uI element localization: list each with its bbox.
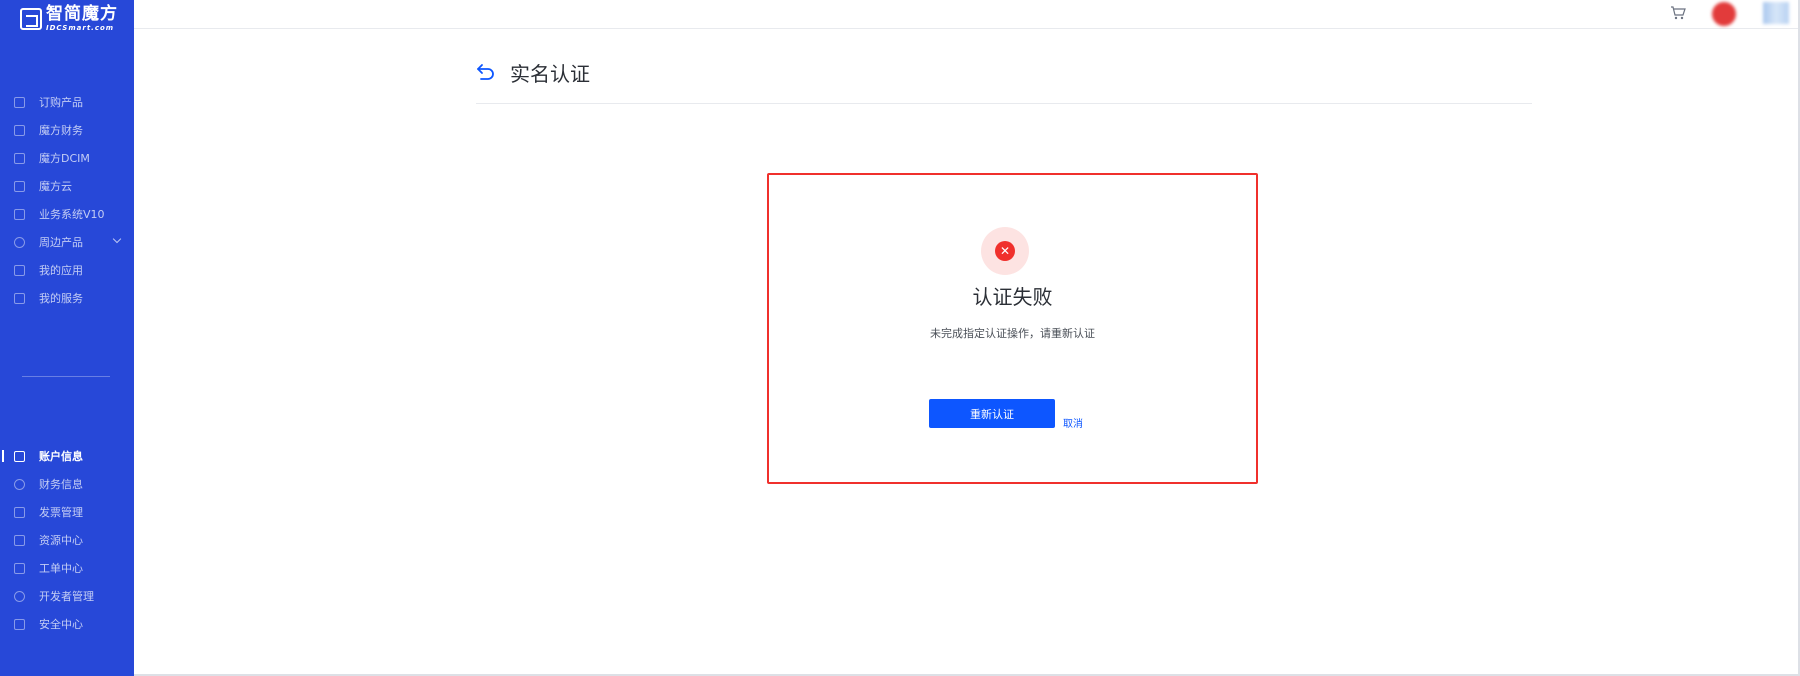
sidebar-item-label: 我的服务 [39,292,83,305]
cube-logo-icon [14,180,25,192]
sidebar-item-label: 工单中心 [39,562,83,575]
sidebar-item-label: 发票管理 [39,506,83,519]
logo-name: 智简魔方 [46,4,118,24]
cart-icon [14,96,25,108]
error-icon-container: ✕ [981,227,1029,275]
sidebar-item-label: 财务信息 [39,478,83,491]
sidebar-item-label: 开发者管理 [39,590,94,603]
back-arrow-icon[interactable] [476,62,496,82]
sidebar-item-label: 周边产品 [39,236,83,249]
shopping-cart-icon[interactable] [1670,6,1686,20]
box-icon [14,236,25,248]
cube-logo-icon [14,208,25,220]
result-description: 未完成指定认证操作，请重新认证 [930,327,1095,340]
sidebar-item-label: 魔方DCIM [39,152,90,165]
user-menu-icon[interactable] [1763,2,1789,24]
apps-grid-icon [14,292,25,304]
sidebar-item-cloud[interactable]: 魔方云 [0,172,134,200]
sidebar-item-label: 安全中心 [39,618,83,631]
sidebar-item-label: 魔方云 [39,180,72,193]
sidebar-item-finance-info[interactable]: 财务信息 [0,470,134,498]
lock-icon [14,618,25,630]
logo[interactable]: 智简魔方 IDCSmart.com [20,6,118,32]
retry-verification-button[interactable]: 重新认证 [929,399,1055,428]
apps-grid-icon [14,264,25,276]
page-header: 实名认证 [476,58,1532,104]
sidebar-item-finance[interactable]: 魔方财务 [0,116,134,144]
sidebar: 智简魔方 IDCSmart.com 订购产品 魔方财务 魔方DCIM 魔方云 业… [0,0,134,676]
active-indicator [2,450,4,462]
cube-logo-icon [14,152,25,164]
sidebar-item-label: 魔方财务 [39,124,83,137]
sidebar-nav-top: 订购产品 魔方财务 魔方DCIM 魔方云 业务系统V10 周边产品 我的应用 我… [0,88,134,312]
invoice-icon [14,506,25,518]
logo-domain: IDCSmart.com [46,24,115,32]
sidebar-nav-bottom: 账户信息 财务信息 发票管理 资源中心 工单中心 开发者管理 安全中心 [0,442,134,638]
sidebar-item-resources[interactable]: 资源中心 [0,526,134,554]
ticket-icon [14,562,25,574]
user-card-icon [14,450,25,462]
sidebar-item-label: 账户信息 [39,450,83,463]
sidebar-item-label: 我的应用 [39,264,83,277]
avatar[interactable] [1712,2,1736,26]
sidebar-item-my-apps[interactable]: 我的应用 [0,256,134,284]
sidebar-item-my-services[interactable]: 我的服务 [0,284,134,312]
verification-result-card: ✕ 认证失败 未完成指定认证操作，请重新认证 重新认证 取消 [767,173,1258,484]
error-icon: ✕ [995,241,1015,261]
folder-icon [14,534,25,546]
sidebar-item-security[interactable]: 安全中心 [0,610,134,638]
sidebar-item-invoice[interactable]: 发票管理 [0,498,134,526]
developer-icon [14,590,25,602]
result-title: 认证失败 [972,285,1053,309]
logo-icon [20,8,42,30]
page-title: 实名认证 [510,62,590,86]
sidebar-item-business-system[interactable]: 业务系统V10 [0,200,134,228]
sidebar-item-account-info[interactable]: 账户信息 [0,442,134,470]
sidebar-item-peripheral-products[interactable]: 周边产品 [0,228,134,256]
sidebar-item-label: 业务系统V10 [39,208,105,221]
cancel-link[interactable]: 取消 [1063,415,1083,430]
sidebar-item-label: 资源中心 [39,534,83,547]
chevron-down-icon [112,234,122,244]
sidebar-divider [22,376,110,377]
sidebar-item-label: 订购产品 [39,96,83,109]
cube-logo-icon [14,124,25,136]
sidebar-item-order-products[interactable]: 订购产品 [0,88,134,116]
sidebar-item-tickets[interactable]: 工单中心 [0,554,134,582]
currency-icon [14,478,25,490]
sidebar-item-developer[interactable]: 开发者管理 [0,582,134,610]
sidebar-item-dcim[interactable]: 魔方DCIM [0,144,134,172]
top-bar [134,0,1800,29]
